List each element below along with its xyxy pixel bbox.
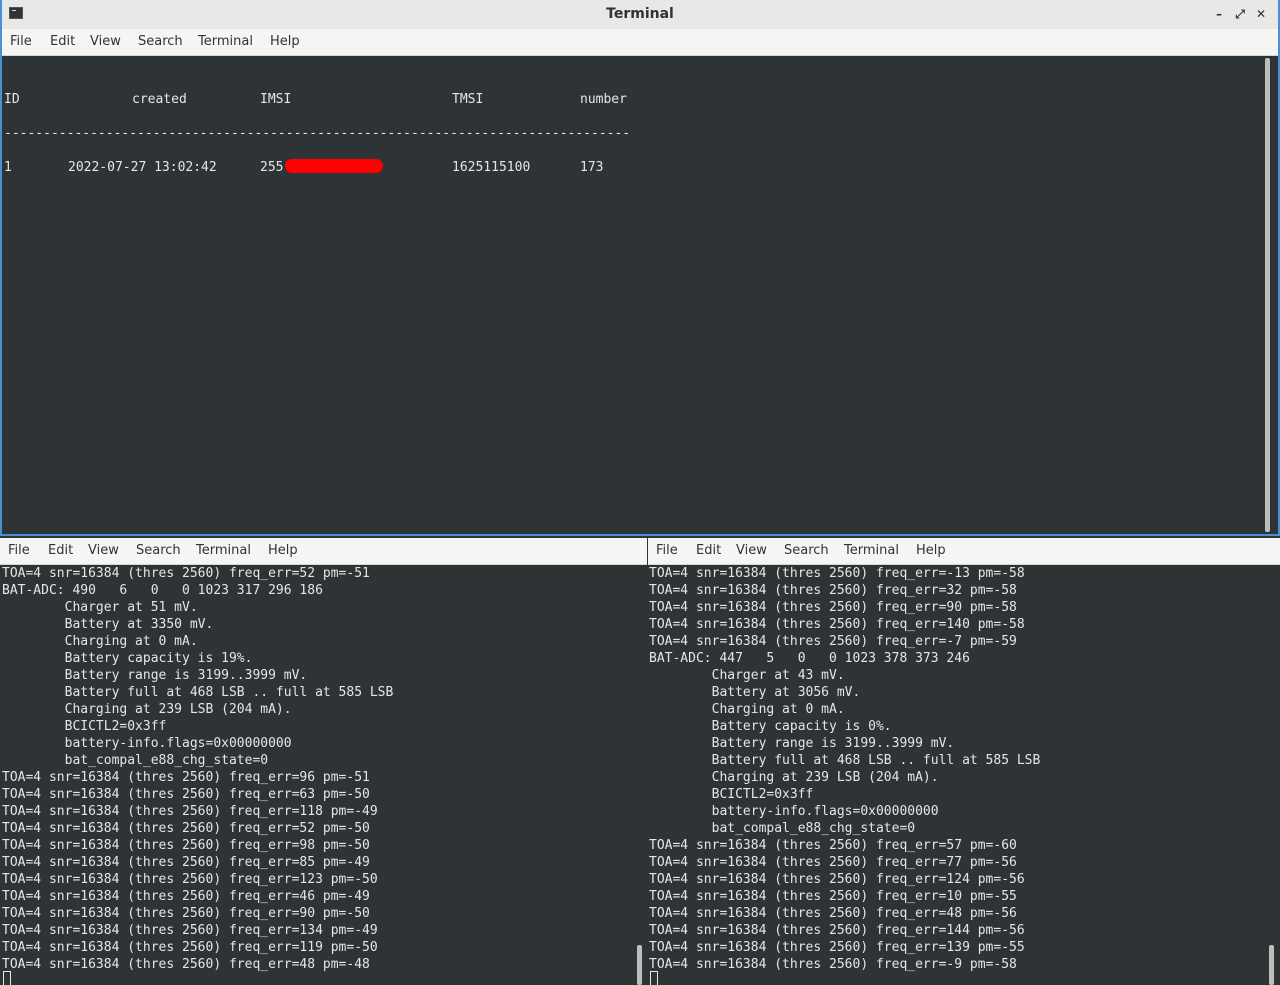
menu-terminal[interactable]: Terminal: [198, 34, 253, 49]
row-created: 2022-07-27 13:02:42: [68, 160, 217, 175]
output-line: TOA=4 snr=16384 (thres 2560) freq_err=48…: [2, 957, 370, 972]
output-line: Charger at 51 mV.: [2, 600, 198, 615]
menu-search[interactable]: Search: [136, 543, 181, 558]
terminal-window-right: File Edit View Search Terminal Help TOA=…: [648, 538, 1280, 985]
scrollbar-top[interactable]: [1264, 56, 1272, 534]
output-line: Charger at 43 mV.: [649, 668, 845, 683]
output-line: TOA=4 snr=16384 (thres 2560) freq_err=77…: [649, 855, 1017, 870]
col-header-imsi: IMSI: [260, 92, 292, 107]
output-line: Battery range is 3199..3999 mV.: [2, 668, 308, 683]
output-line: TOA=4 snr=16384 (thres 2560) freq_err=48…: [649, 906, 1017, 921]
output-line: Battery full at 468 LSB .. full at 585 L…: [2, 685, 394, 700]
text-cursor: [3, 971, 11, 985]
output-line: TOA=4 snr=16384 (thres 2560) freq_err=63…: [2, 787, 370, 802]
separator-line: ----------------------------------------…: [4, 126, 631, 141]
output-line: battery-info.flags=0x00000000: [649, 804, 939, 819]
close-icon[interactable]: ✕: [1253, 6, 1269, 22]
menu-bar: File Edit View Search Terminal Help: [648, 538, 1280, 565]
output-line: Battery at 3350 mV.: [2, 617, 214, 632]
output-line: TOA=4 snr=16384 (thres 2560) freq_err=32…: [649, 583, 1017, 598]
menu-file[interactable]: File: [656, 543, 678, 558]
scrollbar-thumb[interactable]: [1265, 58, 1270, 532]
menu-file[interactable]: File: [10, 34, 32, 49]
output-line: Battery capacity is 19%.: [2, 651, 253, 666]
output-line: TOA=4 snr=16384 (thres 2560) freq_err=14…: [649, 617, 1025, 632]
menu-help[interactable]: Help: [268, 543, 298, 558]
output-line: TOA=4 snr=16384 (thres 2560) freq_err=57…: [649, 838, 1017, 853]
title-bar[interactable]: Terminal – ⤢ ✕: [2, 0, 1278, 30]
output-line: TOA=4 snr=16384 (thres 2560) freq_err=90…: [649, 600, 1017, 615]
output-line: Battery capacity is 0%.: [649, 719, 892, 734]
menu-search[interactable]: Search: [138, 34, 183, 49]
minimize-icon[interactable]: –: [1211, 6, 1227, 22]
scrollbar-thumb[interactable]: [637, 945, 642, 985]
col-header-id: ID: [4, 92, 20, 107]
col-header-number: number: [580, 92, 627, 107]
output-line: BAT-ADC: 447 5 0 0 1023 378 373 246: [649, 651, 970, 666]
menu-edit[interactable]: Edit: [696, 543, 721, 558]
menu-edit[interactable]: Edit: [48, 543, 73, 558]
terminal-window-top: Terminal – ⤢ ✕ File Edit View Search Ter…: [0, 0, 1280, 536]
menu-bar: File Edit View Search Terminal Help: [0, 538, 647, 565]
output-line: TOA=4 snr=16384 (thres 2560) freq_err=-1…: [649, 566, 1025, 581]
output-line: TOA=4 snr=16384 (thres 2560) freq_err=10…: [649, 889, 1017, 904]
output-line: bat_compal_e88_chg_state=0: [2, 753, 269, 768]
menu-help[interactable]: Help: [916, 543, 946, 558]
output-line: Charging at 0 mA.: [649, 702, 845, 717]
menu-view[interactable]: View: [88, 543, 119, 558]
output-line: Battery full at 468 LSB .. full at 585 L…: [649, 753, 1041, 768]
output-line: Charging at 239 LSB (204 mA).: [2, 702, 292, 717]
output-line: TOA=4 snr=16384 (thres 2560) freq_err=52…: [2, 821, 370, 836]
output-line: BCICTL2=0x3ff: [649, 787, 814, 802]
output-line: BCICTL2=0x3ff: [2, 719, 167, 734]
menu-help[interactable]: Help: [270, 34, 300, 49]
output-line: TOA=4 snr=16384 (thres 2560) freq_err=98…: [2, 838, 370, 853]
scrollbar-thumb[interactable]: [1269, 945, 1274, 985]
output-line: bat_compal_e88_chg_state=0: [649, 821, 916, 836]
menu-search[interactable]: Search: [784, 543, 829, 558]
row-tmsi: 1625115100: [452, 160, 531, 175]
output-line: TOA=4 snr=16384 (thres 2560) freq_err=12…: [2, 872, 378, 887]
terminal-output-left[interactable]: TOA=4 snr=16384 (thres 2560) freq_err=52…: [2, 565, 393, 973]
redaction-mark: [285, 159, 383, 173]
scrollbar-right[interactable]: [1268, 565, 1276, 985]
menu-view[interactable]: View: [90, 34, 121, 49]
maximize-icon[interactable]: ⤢: [1232, 6, 1248, 22]
output-line: TOA=4 snr=16384 (thres 2560) freq_err=11…: [2, 940, 378, 955]
output-line: TOA=4 snr=16384 (thres 2560) freq_err=96…: [2, 770, 370, 785]
terminal-window-left: File Edit View Search Terminal Help TOA=…: [0, 538, 647, 985]
output-line: Charging at 0 mA.: [2, 634, 198, 649]
output-line: TOA=4 snr=16384 (thres 2560) freq_err=-7…: [649, 634, 1017, 649]
output-line: TOA=4 snr=16384 (thres 2560) freq_err=12…: [649, 872, 1025, 887]
menu-view[interactable]: View: [736, 543, 767, 558]
window-title: Terminal: [606, 6, 674, 22]
menu-edit[interactable]: Edit: [50, 34, 75, 49]
row-id: 1: [4, 160, 12, 175]
output-line: TOA=4 snr=16384 (thres 2560) freq_err=90…: [2, 906, 370, 921]
output-line: BAT-ADC: 490 6 0 0 1023 317 296 186: [2, 583, 323, 598]
row-imsi: 255: [260, 160, 284, 175]
output-line: TOA=4 snr=16384 (thres 2560) freq_err=13…: [2, 923, 378, 938]
row-number: 173: [580, 160, 604, 175]
output-line: TOA=4 snr=16384 (thres 2560) freq_err=46…: [2, 889, 370, 904]
output-line: TOA=4 snr=16384 (thres 2560) freq_err=11…: [2, 804, 378, 819]
output-line: TOA=4 snr=16384 (thres 2560) freq_err=85…: [2, 855, 370, 870]
menu-terminal[interactable]: Terminal: [196, 543, 251, 558]
menu-file[interactable]: File: [8, 543, 30, 558]
output-line: TOA=4 snr=16384 (thres 2560) freq_err=-9…: [649, 957, 1017, 972]
output-line: TOA=4 snr=16384 (thres 2560) freq_err=13…: [649, 940, 1025, 955]
terminal-output-right[interactable]: TOA=4 snr=16384 (thres 2560) freq_err=-1…: [649, 565, 1040, 973]
col-header-created: created: [132, 92, 187, 107]
output-line: Charging at 239 LSB (204 mA).: [649, 770, 939, 785]
menu-terminal[interactable]: Terminal: [844, 543, 899, 558]
menu-bar: File Edit View Search Terminal Help: [2, 29, 1278, 56]
col-header-tmsi: TMSI: [452, 92, 484, 107]
output-line: Battery range is 3199..3999 mV.: [649, 736, 955, 751]
output-line: TOA=4 snr=16384 (thres 2560) freq_err=14…: [649, 923, 1025, 938]
scrollbar-left[interactable]: [636, 565, 644, 985]
text-cursor: [650, 971, 658, 985]
output-line: battery-info.flags=0x00000000: [2, 736, 292, 751]
output-line: Battery at 3056 mV.: [649, 685, 861, 700]
output-line: TOA=4 snr=16384 (thres 2560) freq_err=52…: [2, 566, 370, 581]
